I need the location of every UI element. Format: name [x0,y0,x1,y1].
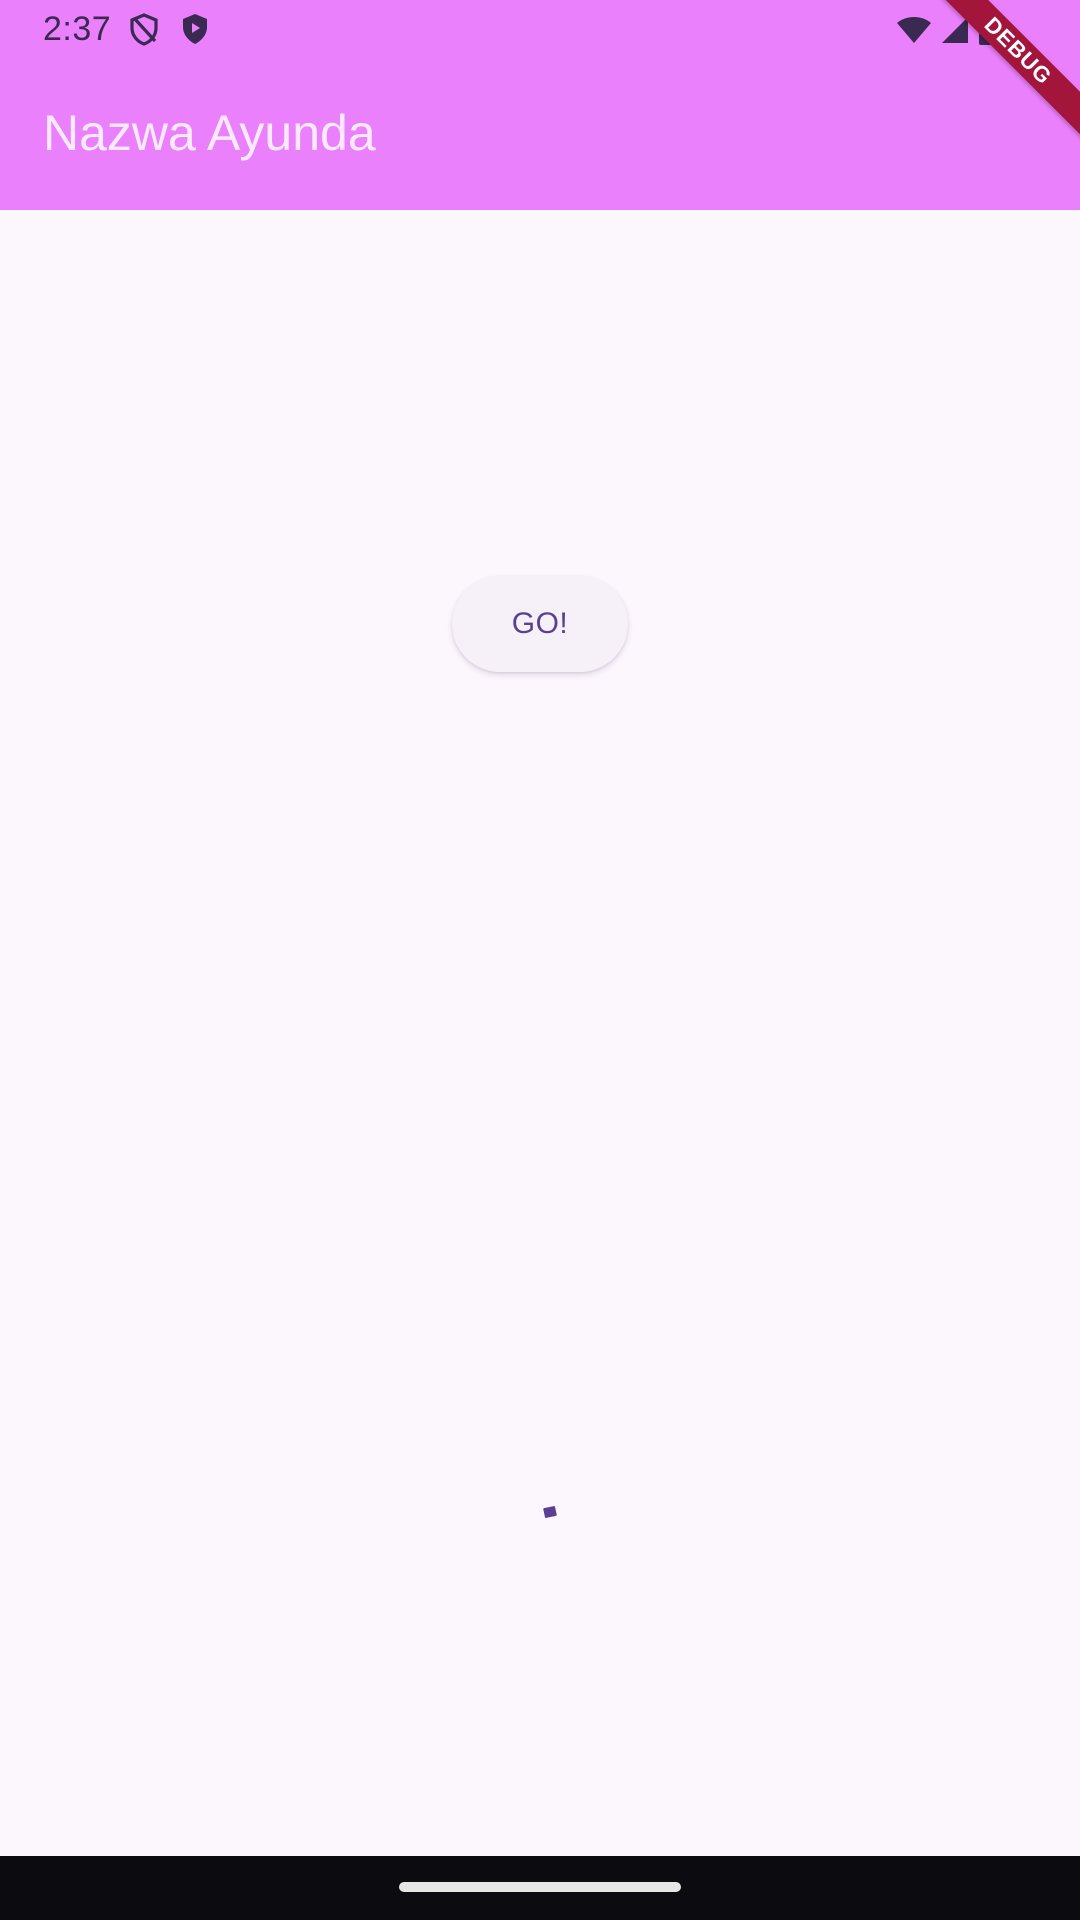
battery-icon [978,14,998,51]
status-left-icons [128,12,210,51]
status-bar: 2:37 [0,0,1080,64]
app-bar: Nazwa Ayunda [0,64,1080,210]
wifi-icon [896,15,932,50]
navigation-bar [0,1856,1080,1920]
app-bar-title: Nazwa Ayunda [43,105,376,161]
play-shield-icon [180,12,210,51]
home-gesture-handle[interactable] [399,1882,681,1892]
go-button[interactable]: GO! [452,576,628,672]
cellular-signal-icon [940,15,970,50]
status-time: 2:37 [43,10,112,48]
app-screen: 2:37 Nazwa Ayunda DEBUG GO! [0,0,1080,1920]
main-content: GO! [0,210,1080,1856]
status-right-icons [896,14,998,51]
shield-off-icon [128,12,160,51]
progress-indicator [543,1505,557,1519]
